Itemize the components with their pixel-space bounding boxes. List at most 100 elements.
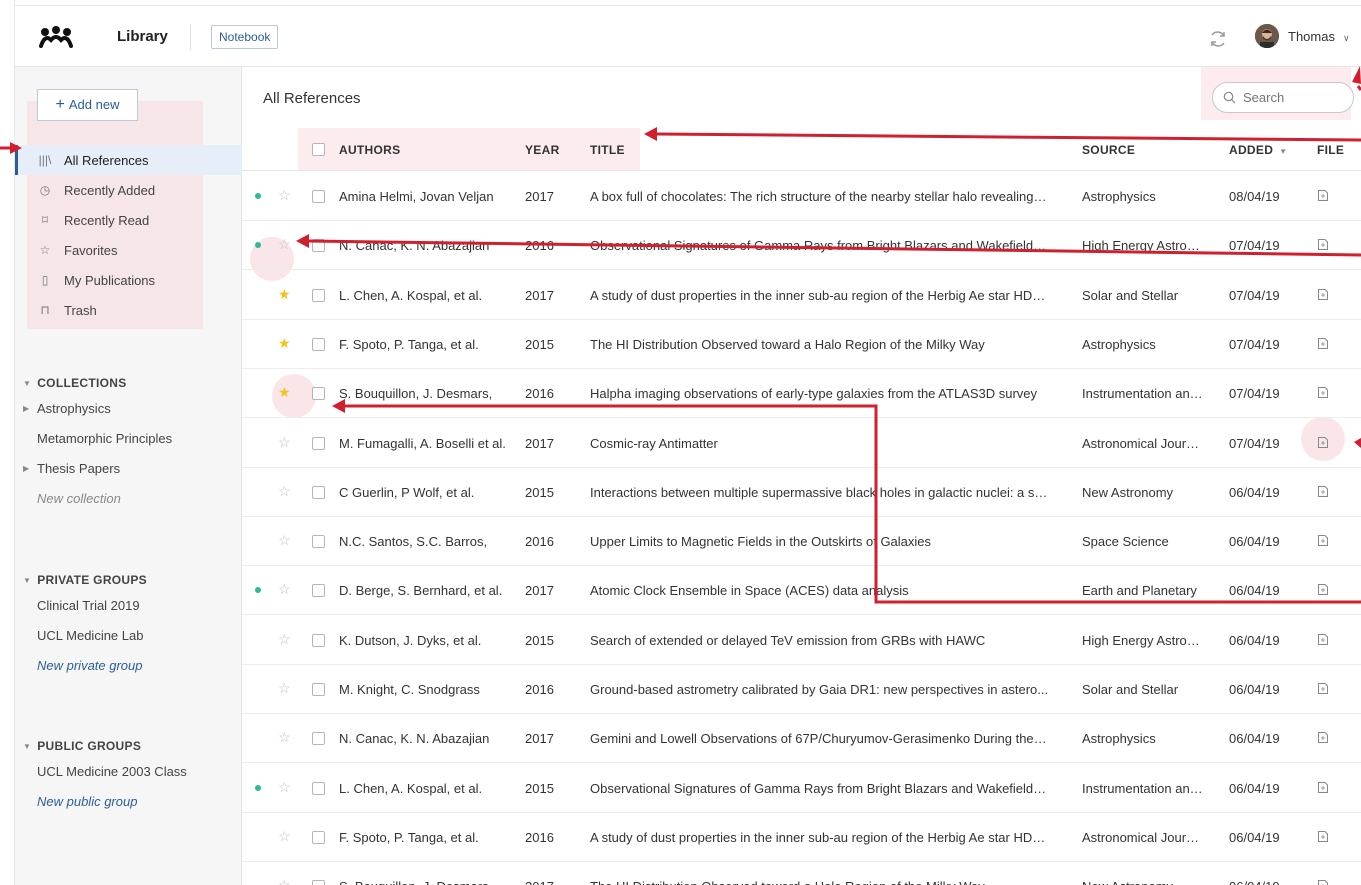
new-private-group-link[interactable]: New private group — [15, 650, 242, 680]
table-row[interactable]: ☆ K. Dutson, J. Dyks, et al. 2015 Search of… — [242, 616, 1361, 665]
table-row[interactable]: ★ S. Bouquillon, J. Desmars, 2016 Halpha im… — [242, 369, 1361, 419]
chevron-down-icon[interactable]: ∨ — [1343, 33, 1350, 44]
notebook-button[interactable]: Notebook — [211, 25, 279, 49]
sidebar-item-recently-read[interactable]: ⌑ Recently Read — [15, 205, 242, 235]
star-outline-icon[interactable]: ☆ — [278, 779, 291, 796]
add-new-button[interactable]: + Add new — [37, 89, 138, 121]
column-year[interactable]: YEAR — [525, 143, 560, 157]
user-avatar[interactable] — [1255, 24, 1279, 48]
row-checkbox[interactable] — [312, 830, 325, 844]
collection-item[interactable]: ▶ Thesis Papers — [15, 453, 242, 483]
file-icon[interactable] — [1317, 781, 1329, 794]
sidebar-item-recently-added[interactable]: ◷ Recently Added — [15, 175, 242, 205]
sidebar-item-trash[interactable]: ⊓ Trash — [15, 295, 242, 325]
sidebar-item-my-publications[interactable]: ▯ My Publications — [15, 265, 242, 295]
star-filled-icon[interactable]: ★ — [278, 384, 291, 401]
file-icon[interactable] — [1317, 337, 1329, 350]
file-icon[interactable] — [1317, 830, 1329, 843]
table-row[interactable]: ☆ C Guerlin, P Wolf, et al. 2015 Interactio… — [242, 468, 1361, 517]
star-outline-icon[interactable]: ☆ — [278, 532, 291, 549]
row-checkbox[interactable] — [312, 535, 325, 549]
table-row[interactable]: ☆ L. Chen, A. Kospal, et al. 2015 Observati… — [242, 764, 1361, 813]
row-checkbox[interactable] — [312, 337, 325, 351]
public-groups-header[interactable]: ▼ PUBLIC GROUPS — [15, 736, 242, 756]
star-outline-icon[interactable]: ☆ — [278, 828, 291, 845]
collections-header[interactable]: ▼ COLLECTIONS — [15, 373, 242, 393]
row-checkbox[interactable] — [312, 880, 325, 885]
file-icon[interactable] — [1317, 534, 1329, 547]
row-checkbox[interactable] — [312, 683, 325, 696]
row-checkbox[interactable] — [312, 239, 325, 253]
star-outline-icon[interactable]: ☆ — [278, 877, 291, 885]
new-public-group-link[interactable]: New public group — [15, 786, 242, 816]
row-checkbox[interactable] — [312, 732, 325, 746]
column-file[interactable]: FILE — [1317, 143, 1344, 157]
table-row[interactable]: ☆ N. Canac, K. N. Abazajian 2017 Gemini and… — [242, 714, 1361, 764]
file-icon[interactable] — [1317, 583, 1329, 596]
caret-right-icon[interactable]: ▶ — [23, 404, 37, 413]
sidebar-item-all-references[interactable]: |||\ All References — [15, 145, 242, 175]
row-checkbox[interactable] — [312, 387, 325, 401]
mendeley-logo-icon[interactable] — [37, 24, 75, 48]
private-groups-header[interactable]: ▼ PRIVATE GROUPS — [15, 570, 242, 590]
table-row[interactable]: ☆ S. Bouquillon, J. Desmars, 2017 The HI Di… — [242, 862, 1361, 885]
star-outline-icon[interactable]: ☆ — [278, 236, 291, 253]
table-row[interactable]: ☆ N. Canac, K. N. Abazajian 2016 Observatio… — [242, 221, 1361, 271]
collection-item[interactable]: Metamorphic Principles — [15, 423, 242, 453]
row-checkbox[interactable] — [312, 781, 325, 795]
collection-item[interactable]: ▶ Astrophysics — [15, 393, 242, 423]
star-outline-icon[interactable]: ☆ — [278, 680, 291, 697]
star-outline-icon[interactable]: ☆ — [278, 483, 291, 500]
column-authors[interactable]: AUTHORS — [339, 143, 400, 157]
row-checkbox[interactable] — [312, 485, 325, 499]
star-outline-icon[interactable]: ☆ — [278, 434, 291, 451]
table-row[interactable]: ☆ M. Fumagalli, A. Boselli et al. 2017 Cosm… — [242, 419, 1361, 468]
sidebar-item-favorites[interactable]: ☆ Favorites — [15, 235, 242, 265]
star-outline-icon[interactable]: ☆ — [278, 729, 291, 746]
file-icon[interactable] — [1317, 633, 1329, 646]
star-outline-icon[interactable]: ☆ — [278, 581, 291, 598]
file-icon[interactable] — [1317, 682, 1329, 695]
group-item[interactable]: UCL Medicine Lab — [15, 620, 242, 650]
file-icon[interactable] — [1317, 485, 1329, 498]
row-checkbox[interactable] — [312, 190, 325, 203]
row-checkbox[interactable] — [312, 584, 325, 598]
table-row[interactable]: ☆ M. Knight, C. Snodgrass 2016 Ground-based… — [242, 665, 1361, 714]
file-icon[interactable] — [1317, 879, 1329, 885]
sync-icon[interactable] — [1207, 28, 1229, 50]
cell-added: 06/04/19 — [1229, 731, 1280, 747]
file-icon[interactable] — [1317, 731, 1329, 744]
column-title[interactable]: TITLE — [590, 143, 625, 157]
table-row[interactable]: ☆ D. Berge, S. Bernhard, et al. 2017 Atomic… — [242, 566, 1361, 616]
file-icon[interactable] — [1317, 436, 1329, 449]
table-row[interactable]: ★ L. Chen, A. Kospal, et al. 2017 A study o… — [242, 271, 1361, 320]
trash-icon: ⊓ — [40, 303, 50, 317]
table-row[interactable]: ☆ F. Spoto, P. Tanga, et al. 2016 A study o… — [242, 813, 1361, 862]
file-icon[interactable] — [1317, 238, 1329, 251]
file-icon[interactable] — [1317, 189, 1329, 202]
caret-right-icon[interactable]: ▶ — [23, 464, 37, 473]
star-outline-icon[interactable]: ☆ — [278, 187, 291, 204]
star-outline-icon: ☆ — [39, 243, 51, 257]
user-name[interactable]: Thomas — [1288, 29, 1335, 44]
star-outline-icon[interactable]: ☆ — [278, 631, 291, 648]
main-panel: All References AUTHORS YEAR TITLE SOURCE… — [242, 67, 1361, 885]
row-checkbox[interactable] — [312, 633, 325, 647]
file-icon[interactable] — [1317, 288, 1329, 301]
table-row[interactable]: ☆ Amina Helmi, Jovan Veljan 2017 A box full… — [242, 172, 1361, 221]
column-added[interactable]: ADDED ▼ — [1229, 143, 1287, 157]
group-item[interactable]: UCL Medicine 2003 Class — [15, 756, 242, 786]
column-source[interactable]: SOURCE — [1082, 143, 1135, 157]
star-filled-icon[interactable]: ★ — [278, 286, 291, 303]
unread-dot — [255, 242, 261, 249]
select-all-checkbox[interactable] — [312, 143, 325, 156]
row-checkbox[interactable] — [312, 288, 325, 302]
new-collection-link[interactable]: New collection — [15, 483, 242, 513]
table-row[interactable]: ☆ N.C. Santos, S.C. Barros, 2016 Upper Limi… — [242, 517, 1361, 567]
group-item[interactable]: Clinical Trial 2019 — [15, 590, 242, 620]
star-filled-icon[interactable]: ★ — [278, 335, 291, 352]
row-checkbox[interactable] — [312, 436, 325, 450]
cell-source: Astronomical Jour… — [1082, 829, 1200, 845]
file-icon[interactable] — [1317, 386, 1329, 399]
table-row[interactable]: ★ F. Spoto, P. Tanga, et al. 2015 The HI Di… — [242, 320, 1361, 369]
